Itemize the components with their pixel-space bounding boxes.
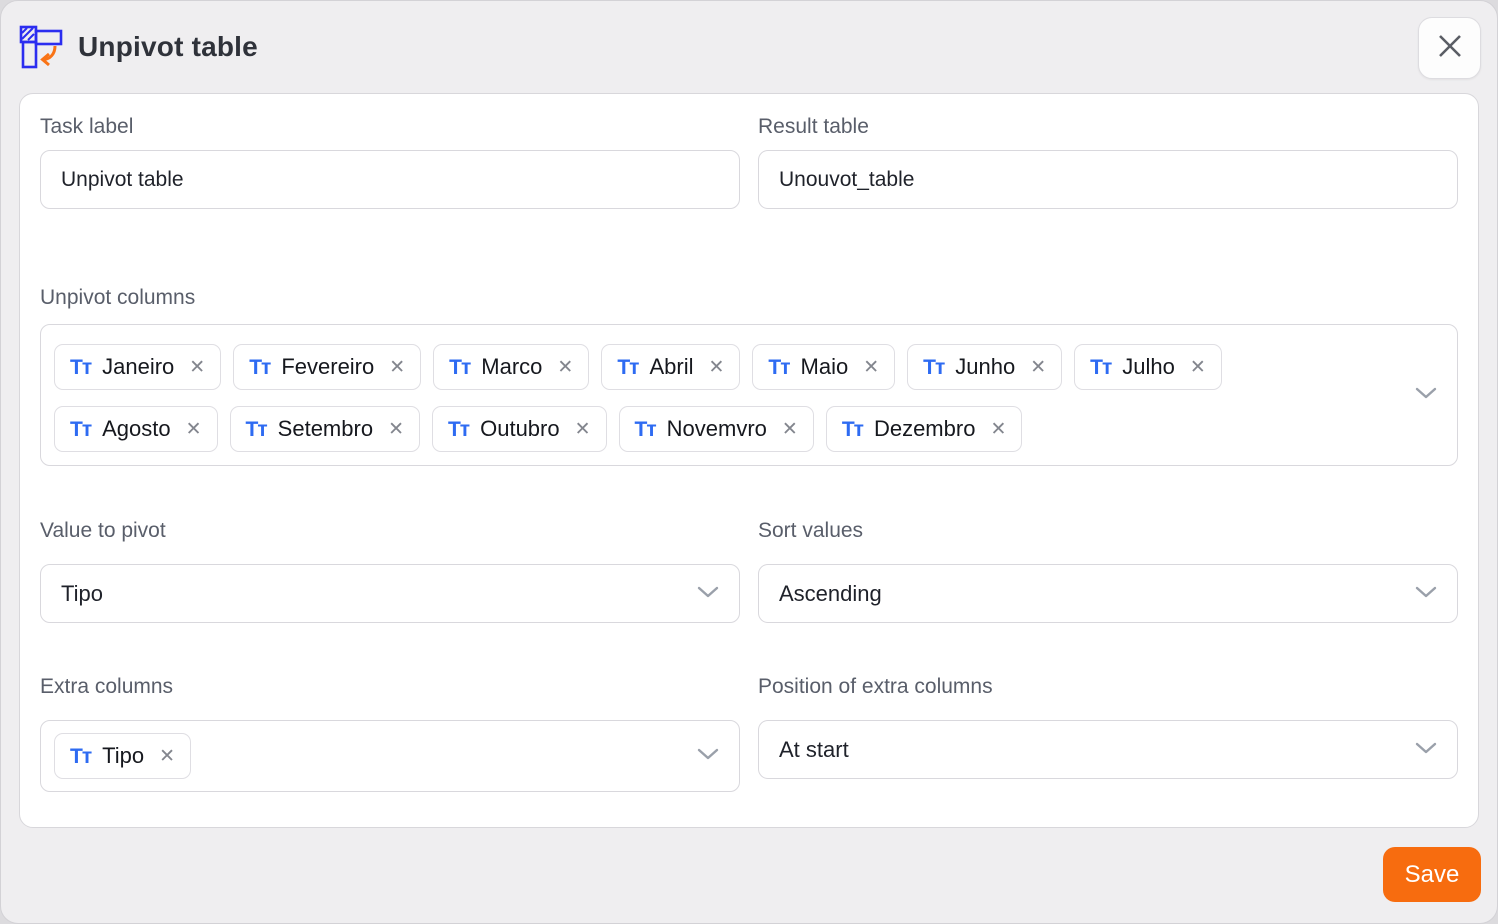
position-extra-field: Position of extra columns At start [758, 674, 1458, 792]
position-extra-value: At start [779, 737, 849, 763]
column-chip[interactable]: Tᴛ Agosto ✕ [54, 406, 218, 452]
column-chip[interactable]: Tᴛ Dezembro ✕ [826, 406, 1023, 452]
text-type-icon: Tᴛ [1090, 357, 1111, 378]
column-chip[interactable]: Tᴛ Julho ✕ [1074, 344, 1222, 390]
remove-chip-icon[interactable]: ✕ [571, 420, 591, 439]
unpivot-table-dialog: Unpivot table Task label Result table Un… [0, 0, 1498, 924]
remove-chip-icon[interactable]: ✕ [553, 358, 573, 377]
text-type-icon: Tᴛ [923, 357, 944, 378]
remove-chip-icon[interactable]: ✕ [859, 358, 879, 377]
value-to-pivot-value: Tipo [61, 581, 103, 607]
unpivot-columns-multiselect[interactable]: TᴛJaneiro✕TᴛFevereiro✕TᴛMarco✕TᴛAbril✕Tᴛ… [40, 324, 1458, 466]
remove-chip-icon[interactable]: ✕ [778, 420, 798, 439]
chevron-down-icon [697, 585, 719, 603]
close-button[interactable] [1418, 17, 1481, 79]
chip-label: Fevereiro [281, 354, 374, 380]
chip-label: Agosto [102, 416, 171, 442]
sort-values-select[interactable]: Ascending [758, 564, 1458, 623]
unpivot-columns-label: Unpivot columns [40, 285, 1458, 311]
text-type-icon: Tᴛ [635, 419, 656, 440]
chevron-down-icon [1415, 585, 1437, 603]
row-names: Task label Result table [40, 114, 1458, 209]
extra-columns-field: Extra columns Tᴛ Tipo ✕ [40, 674, 740, 792]
column-chip[interactable]: Tᴛ Setembro ✕ [230, 406, 420, 452]
column-chip[interactable]: Tᴛ Janeiro ✕ [54, 344, 221, 390]
chip-label: Junho [955, 354, 1015, 380]
column-chip[interactable]: Tᴛ Junho ✕ [907, 344, 1062, 390]
task-label-field: Task label [40, 114, 740, 209]
chevron-down-icon[interactable] [1415, 386, 1437, 404]
position-extra-select[interactable]: At start [758, 720, 1458, 779]
chevron-down-icon [1415, 741, 1437, 759]
extra-columns-multiselect[interactable]: Tᴛ Tipo ✕ [40, 720, 740, 792]
remove-chip-icon[interactable]: ✕ [986, 420, 1006, 439]
text-type-icon: Tᴛ [448, 419, 469, 440]
column-chip[interactable]: Tᴛ Marco ✕ [433, 344, 589, 390]
value-to-pivot-field: Value to pivot Tipo [40, 518, 740, 623]
remove-chip-icon[interactable]: ✕ [182, 420, 202, 439]
result-table-input[interactable] [758, 150, 1458, 209]
close-icon [1436, 32, 1464, 65]
task-label-input[interactable] [40, 150, 740, 209]
result-table-field: Result table [758, 114, 1458, 209]
remove-chip-icon[interactable]: ✕ [385, 358, 405, 377]
text-type-icon: Tᴛ [768, 357, 789, 378]
column-chip[interactable]: Tᴛ Outubro ✕ [432, 406, 607, 452]
sort-values-field: Sort values Ascending [758, 518, 1458, 623]
text-type-icon: Tᴛ [70, 419, 91, 440]
extra-columns-label: Extra columns [40, 674, 740, 700]
row-extra: Extra columns Tᴛ Tipo ✕ Position of extra … [40, 674, 1458, 792]
sort-values-label: Sort values [758, 518, 1458, 544]
chip-label: Abril [649, 354, 693, 380]
form-card: Task label Result table Unpivot columns … [19, 93, 1479, 828]
remove-chip-icon[interactable]: ✕ [704, 358, 724, 377]
dialog-title: Unpivot table [78, 31, 258, 63]
chip-label: Tipo [102, 743, 144, 769]
text-type-icon: Tᴛ [70, 357, 91, 378]
remove-chip-icon[interactable]: ✕ [384, 420, 404, 439]
column-chip[interactable]: Tᴛ Abril ✕ [601, 344, 740, 390]
chip-label: Setembro [278, 416, 373, 442]
result-table-label: Result table [758, 114, 1458, 140]
unpivot-table-icon [18, 24, 64, 70]
remove-chip-icon[interactable]: ✕ [1026, 358, 1046, 377]
text-type-icon: Tᴛ [842, 419, 863, 440]
remove-chip-icon[interactable]: ✕ [155, 747, 175, 766]
chip-label: Julho [1122, 354, 1175, 380]
value-to-pivot-label: Value to pivot [40, 518, 740, 544]
unpivot-columns-section: Unpivot columns TᴛJaneiro✕TᴛFevereiro✕Tᴛ… [40, 285, 1458, 466]
row-pivot-sort: Value to pivot Tipo Sort values Ascendin… [40, 518, 1458, 623]
text-type-icon: Tᴛ [449, 357, 470, 378]
remove-chip-icon[interactable]: ✕ [185, 358, 205, 377]
text-type-icon: Tᴛ [249, 357, 270, 378]
dialog-header: Unpivot table [1, 1, 1497, 93]
column-chip[interactable]: Tᴛ Novemvro ✕ [619, 406, 814, 452]
chip-label: Janeiro [102, 354, 174, 380]
save-button[interactable]: Save [1383, 847, 1481, 902]
sort-values-value: Ascending [779, 581, 882, 607]
chip-label: Dezembro [874, 416, 975, 442]
position-extra-label: Position of extra columns [758, 674, 1458, 700]
chip-label: Maio [801, 354, 849, 380]
chip-label: Novemvro [667, 416, 767, 442]
text-type-icon: Tᴛ [246, 419, 267, 440]
task-label-label: Task label [40, 114, 740, 140]
chip-label: Marco [481, 354, 542, 380]
remove-chip-icon[interactable]: ✕ [1186, 358, 1206, 377]
text-type-icon: Tᴛ [70, 746, 91, 767]
chevron-down-icon[interactable] [697, 747, 719, 765]
column-chip[interactable]: Tᴛ Maio ✕ [752, 344, 895, 390]
column-chip[interactable]: Tᴛ Fevereiro ✕ [233, 344, 421, 390]
value-to-pivot-select[interactable]: Tipo [40, 564, 740, 623]
chip-label: Outubro [480, 416, 560, 442]
text-type-icon: Tᴛ [617, 357, 638, 378]
column-chip[interactable]: Tᴛ Tipo ✕ [54, 733, 191, 779]
